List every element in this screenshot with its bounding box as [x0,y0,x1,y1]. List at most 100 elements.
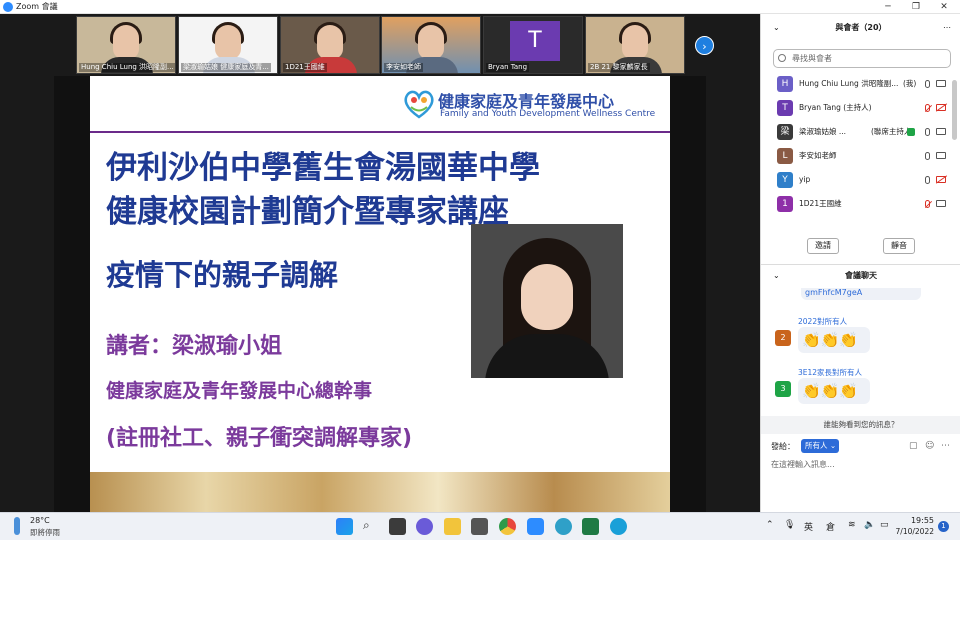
minimize-icon[interactable]: ─ [873,0,903,14]
send-to-label: 發給： [771,442,795,451]
participant-role: (我) [903,79,917,88]
ime-mode[interactable]: 倉 [826,520,835,533]
video-area: Hung Chiu Lung 洪昭隆副... 梁淑瑜姑娘 健康家庭及青... 1… [0,14,760,512]
zoom-logo-icon [3,2,13,12]
participants-header: ⌄ 與會者（20） ⋯ [761,14,960,42]
avatar-initial: T [510,21,560,61]
participant-row[interactable]: L 李安如老師 [761,144,960,168]
side-panel: ⌄ 與會者（20） ⋯ 尋找與會者 H Hung Chiu Lung 洪昭隆副.… [760,14,960,512]
video-thumbnail[interactable]: 2B 21 黎家麟家長 [585,16,685,74]
video-thumbnail[interactable]: 李安如老師 [381,16,481,74]
participant-search-input[interactable]: 尋找與會者 [773,49,951,68]
camera-off-icon[interactable] [936,176,946,183]
video-thumbnail[interactable]: 梁淑瑜姑娘 健康家庭及青... [178,16,278,74]
invite-button[interactable]: 邀請 [807,238,839,254]
decorative-band [90,472,670,512]
app-icon[interactable] [555,518,572,535]
chat-message: 👏👏👏 [798,378,870,404]
video-thumbnail[interactable]: Hung Chiu Lung 洪昭隆副... [76,16,176,74]
participants-scrollbar[interactable] [952,80,957,140]
start-icon[interactable] [336,518,353,535]
video-thumbnail[interactable]: T Bryan Tang [483,16,583,74]
app-icon[interactable] [471,518,488,535]
participant-row[interactable]: H Hung Chiu Lung 洪昭隆副... (我) [761,72,960,96]
temperature[interactable]: 28°C [30,516,50,525]
clock-time[interactable]: 19:55 [900,516,934,525]
participant-name: Hung Chiu Lung 洪昭隆副... [799,79,899,88]
microphone-muted-icon[interactable] [925,200,930,208]
chat-input[interactable]: 在這裡輸入訊息... [771,459,951,473]
divider [90,131,670,133]
message-visibility-hint[interactable]: 誰能夠看到您的訊息？ [761,416,960,434]
tray-mic-icon[interactable]: 🎙 [784,520,795,530]
speaker-photo [471,224,623,378]
mute-all-button[interactable]: 靜音 [883,238,915,254]
collapse-chevron-icon[interactable]: ⌄ [773,262,780,290]
chat-app-icon[interactable] [416,518,433,535]
participant-row[interactable]: 1 1D21王國維 [761,192,960,216]
participant-row[interactable]: 梁 梁淑瑜姑娘 ... (聯席主持人) [761,120,960,144]
chat-header: ⌄ 會議聊天 [761,262,960,290]
edge-icon[interactable] [610,518,627,535]
microphone-icon[interactable] [925,128,930,136]
weather-icon[interactable] [14,517,20,535]
search-icon [778,54,786,62]
avatar: 梁 [777,124,793,140]
camera-icon[interactable] [936,152,946,159]
emoji-icon[interactable]: ☺ [925,441,934,451]
microphone-icon[interactable] [925,176,930,184]
video-thumbnail[interactable]: 1D21王國維 [280,16,380,74]
thumbnail-name: 李安如老師 [384,63,423,72]
camera-icon[interactable] [936,128,946,135]
participant-name: 1D21王國維 [799,199,842,208]
wifi-icon[interactable]: ≋ [848,520,856,530]
title-bar: Zoom 會議 ─ ❐ ✕ [0,0,960,14]
microphone-icon[interactable] [925,152,930,160]
search-icon[interactable]: ⌕ [363,518,370,533]
org-logo: 健康家庭及青年發展中心 Family and Youth Development… [402,84,664,124]
camera-icon[interactable] [936,200,946,207]
volume-icon[interactable]: 🔈 [864,520,875,530]
weather-status[interactable]: 即將停雨 [30,527,60,538]
thumbnail-name: 1D21王國維 [283,63,327,72]
participant-name: 梁淑瑜姑娘 ... [799,127,847,136]
close-icon[interactable]: ✕ [929,0,959,14]
excel-icon[interactable] [582,518,599,535]
avatar: Y [777,172,793,188]
more-options-icon[interactable]: ⋯ [941,441,950,451]
participant-thumbnail-strip: Hung Chiu Lung 洪昭隆副... 梁淑瑜姑娘 健康家庭及青... 1… [0,14,760,76]
microphone-icon[interactable] [925,80,930,88]
maximize-icon[interactable]: ❐ [901,0,931,14]
heart-logo-icon [404,90,434,119]
chat-message: 👏👏👏 [798,327,870,353]
taskbar: 28°C 即將停雨 ⌕ ⌃ 🎙 英 倉 ≋ 🔈 ▭ 19:55 7/10/202… [0,512,960,540]
more-options-icon[interactable]: ⋯ [943,14,951,42]
chat-link[interactable]: gmFhfcM7geA [801,288,921,300]
participant-row[interactable]: T Bryan Tang (主持人) [761,96,960,120]
next-page-icon[interactable]: › [695,36,714,55]
file-explorer-icon[interactable] [444,518,461,535]
battery-icon[interactable]: ▭ [880,520,889,530]
file-icon[interactable]: ▢ [909,441,918,451]
speaker-role: 健康家庭及青年發展中心總幹事 [106,380,373,402]
camera-icon[interactable] [936,80,946,87]
avatar: L [777,148,793,164]
thumbnail-name: 2B 21 黎家麟家長 [588,63,650,72]
clock-date[interactable]: 7/10/2022 [894,527,934,536]
notification-badge[interactable]: 1 [938,521,949,532]
zoom-icon[interactable] [527,518,544,535]
org-name-en: Family and Youth Development Wellness Ce… [440,109,656,119]
tray-chevron-icon[interactable]: ⌃ [766,520,774,530]
microphone-muted-icon[interactable] [925,104,930,112]
chrome-icon[interactable] [499,518,516,535]
camera-off-icon[interactable] [936,104,946,111]
input-language[interactable]: 英 [804,520,813,533]
presentation-slide: 健康家庭及青年發展中心 Family and Youth Development… [90,76,670,512]
participant-row[interactable]: Y yip [761,168,960,192]
avatar: 1 [777,196,793,212]
speaker-credentials: (註冊社工、親子衝突調解專家) [106,426,413,451]
recipient-select[interactable]: 所有人 ⌄ [801,439,839,453]
task-view-icon[interactable] [389,518,406,535]
avatar: 2 [775,330,791,346]
collapse-chevron-icon[interactable]: ⌄ [773,14,780,42]
